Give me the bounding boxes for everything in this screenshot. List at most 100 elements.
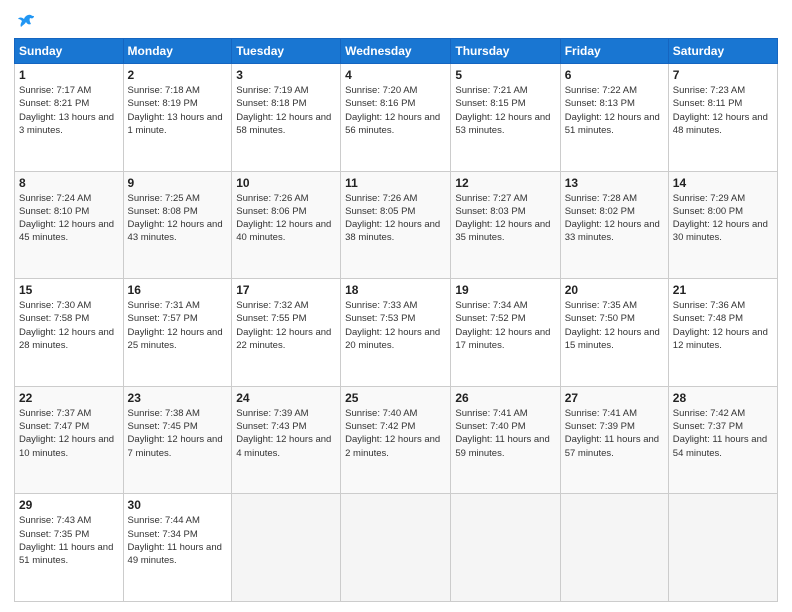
table-row: 10 Sunrise: 7:26 AMSunset: 8:06 PMDaylig… xyxy=(232,171,341,279)
day-header-sunday: Sunday xyxy=(15,39,124,64)
day-number: 10 xyxy=(236,176,336,190)
day-number: 9 xyxy=(128,176,228,190)
day-info: Sunrise: 7:30 AMSunset: 7:58 PMDaylight:… xyxy=(19,300,114,351)
day-info: Sunrise: 7:17 AMSunset: 8:21 PMDaylight:… xyxy=(19,85,114,136)
day-info: Sunrise: 7:38 AMSunset: 7:45 PMDaylight:… xyxy=(128,408,223,459)
day-info: Sunrise: 7:20 AMSunset: 8:16 PMDaylight:… xyxy=(345,85,440,136)
day-info: Sunrise: 7:39 AMSunset: 7:43 PMDaylight:… xyxy=(236,408,331,459)
day-info: Sunrise: 7:41 AMSunset: 7:40 PMDaylight:… xyxy=(455,408,549,459)
day-header-thursday: Thursday xyxy=(451,39,560,64)
day-number: 3 xyxy=(236,68,336,82)
day-info: Sunrise: 7:36 AMSunset: 7:48 PMDaylight:… xyxy=(673,300,768,351)
day-number: 22 xyxy=(19,391,119,405)
table-row xyxy=(341,494,451,602)
day-number: 8 xyxy=(19,176,119,190)
day-info: Sunrise: 7:41 AMSunset: 7:39 PMDaylight:… xyxy=(565,408,659,459)
table-row: 16 Sunrise: 7:31 AMSunset: 7:57 PMDaylig… xyxy=(123,279,232,387)
calendar-table: SundayMondayTuesdayWednesdayThursdayFrid… xyxy=(14,38,778,602)
table-row xyxy=(560,494,668,602)
day-header-monday: Monday xyxy=(123,39,232,64)
day-number: 28 xyxy=(673,391,773,405)
logo xyxy=(14,12,36,32)
day-number: 19 xyxy=(455,283,555,297)
day-number: 6 xyxy=(565,68,664,82)
table-row: 23 Sunrise: 7:38 AMSunset: 7:45 PMDaylig… xyxy=(123,386,232,494)
table-row: 5 Sunrise: 7:21 AMSunset: 8:15 PMDayligh… xyxy=(451,64,560,172)
day-info: Sunrise: 7:34 AMSunset: 7:52 PMDaylight:… xyxy=(455,300,550,351)
day-header-tuesday: Tuesday xyxy=(232,39,341,64)
day-info: Sunrise: 7:29 AMSunset: 8:00 PMDaylight:… xyxy=(673,193,768,244)
day-number: 1 xyxy=(19,68,119,82)
table-row xyxy=(668,494,777,602)
table-row: 13 Sunrise: 7:28 AMSunset: 8:02 PMDaylig… xyxy=(560,171,668,279)
logo-bird-icon xyxy=(16,12,36,32)
day-info: Sunrise: 7:33 AMSunset: 7:53 PMDaylight:… xyxy=(345,300,440,351)
day-number: 11 xyxy=(345,176,446,190)
day-info: Sunrise: 7:25 AMSunset: 8:08 PMDaylight:… xyxy=(128,193,223,244)
table-row: 21 Sunrise: 7:36 AMSunset: 7:48 PMDaylig… xyxy=(668,279,777,387)
table-row: 1 Sunrise: 7:17 AMSunset: 8:21 PMDayligh… xyxy=(15,64,124,172)
day-info: Sunrise: 7:44 AMSunset: 7:34 PMDaylight:… xyxy=(128,515,222,566)
table-row: 28 Sunrise: 7:42 AMSunset: 7:37 PMDaylig… xyxy=(668,386,777,494)
day-number: 30 xyxy=(128,498,228,512)
day-info: Sunrise: 7:37 AMSunset: 7:47 PMDaylight:… xyxy=(19,408,114,459)
table-row: 20 Sunrise: 7:35 AMSunset: 7:50 PMDaylig… xyxy=(560,279,668,387)
table-row: 12 Sunrise: 7:27 AMSunset: 8:03 PMDaylig… xyxy=(451,171,560,279)
day-number: 5 xyxy=(455,68,555,82)
day-number: 18 xyxy=(345,283,446,297)
day-info: Sunrise: 7:26 AMSunset: 8:05 PMDaylight:… xyxy=(345,193,440,244)
day-header-friday: Friday xyxy=(560,39,668,64)
table-row: 18 Sunrise: 7:33 AMSunset: 7:53 PMDaylig… xyxy=(341,279,451,387)
table-row: 30 Sunrise: 7:44 AMSunset: 7:34 PMDaylig… xyxy=(123,494,232,602)
table-row: 24 Sunrise: 7:39 AMSunset: 7:43 PMDaylig… xyxy=(232,386,341,494)
day-number: 12 xyxy=(455,176,555,190)
day-number: 27 xyxy=(565,391,664,405)
day-header-saturday: Saturday xyxy=(668,39,777,64)
day-info: Sunrise: 7:24 AMSunset: 8:10 PMDaylight:… xyxy=(19,193,114,244)
table-row: 14 Sunrise: 7:29 AMSunset: 8:00 PMDaylig… xyxy=(668,171,777,279)
day-number: 26 xyxy=(455,391,555,405)
day-number: 14 xyxy=(673,176,773,190)
day-number: 20 xyxy=(565,283,664,297)
table-row: 4 Sunrise: 7:20 AMSunset: 8:16 PMDayligh… xyxy=(341,64,451,172)
table-row: 9 Sunrise: 7:25 AMSunset: 8:08 PMDayligh… xyxy=(123,171,232,279)
day-number: 7 xyxy=(673,68,773,82)
day-info: Sunrise: 7:23 AMSunset: 8:11 PMDaylight:… xyxy=(673,85,768,136)
table-row: 19 Sunrise: 7:34 AMSunset: 7:52 PMDaylig… xyxy=(451,279,560,387)
day-info: Sunrise: 7:31 AMSunset: 7:57 PMDaylight:… xyxy=(128,300,223,351)
day-info: Sunrise: 7:27 AMSunset: 8:03 PMDaylight:… xyxy=(455,193,550,244)
table-row: 3 Sunrise: 7:19 AMSunset: 8:18 PMDayligh… xyxy=(232,64,341,172)
table-row: 27 Sunrise: 7:41 AMSunset: 7:39 PMDaylig… xyxy=(560,386,668,494)
table-row xyxy=(451,494,560,602)
table-row: 2 Sunrise: 7:18 AMSunset: 8:19 PMDayligh… xyxy=(123,64,232,172)
table-row: 17 Sunrise: 7:32 AMSunset: 7:55 PMDaylig… xyxy=(232,279,341,387)
day-number: 2 xyxy=(128,68,228,82)
day-info: Sunrise: 7:26 AMSunset: 8:06 PMDaylight:… xyxy=(236,193,331,244)
day-number: 4 xyxy=(345,68,446,82)
day-number: 21 xyxy=(673,283,773,297)
day-number: 13 xyxy=(565,176,664,190)
day-number: 23 xyxy=(128,391,228,405)
day-info: Sunrise: 7:32 AMSunset: 7:55 PMDaylight:… xyxy=(236,300,331,351)
day-number: 29 xyxy=(19,498,119,512)
table-row: 7 Sunrise: 7:23 AMSunset: 8:11 PMDayligh… xyxy=(668,64,777,172)
day-info: Sunrise: 7:21 AMSunset: 8:15 PMDaylight:… xyxy=(455,85,550,136)
page: SundayMondayTuesdayWednesdayThursdayFrid… xyxy=(0,0,792,612)
day-info: Sunrise: 7:18 AMSunset: 8:19 PMDaylight:… xyxy=(128,85,223,136)
table-row: 26 Sunrise: 7:41 AMSunset: 7:40 PMDaylig… xyxy=(451,386,560,494)
day-info: Sunrise: 7:43 AMSunset: 7:35 PMDaylight:… xyxy=(19,515,113,566)
day-info: Sunrise: 7:22 AMSunset: 8:13 PMDaylight:… xyxy=(565,85,660,136)
day-info: Sunrise: 7:35 AMSunset: 7:50 PMDaylight:… xyxy=(565,300,660,351)
table-row: 25 Sunrise: 7:40 AMSunset: 7:42 PMDaylig… xyxy=(341,386,451,494)
table-row: 15 Sunrise: 7:30 AMSunset: 7:58 PMDaylig… xyxy=(15,279,124,387)
day-number: 16 xyxy=(128,283,228,297)
day-info: Sunrise: 7:28 AMSunset: 8:02 PMDaylight:… xyxy=(565,193,660,244)
day-header-wednesday: Wednesday xyxy=(341,39,451,64)
table-row: 11 Sunrise: 7:26 AMSunset: 8:05 PMDaylig… xyxy=(341,171,451,279)
day-info: Sunrise: 7:42 AMSunset: 7:37 PMDaylight:… xyxy=(673,408,767,459)
table-row: 29 Sunrise: 7:43 AMSunset: 7:35 PMDaylig… xyxy=(15,494,124,602)
table-row xyxy=(232,494,341,602)
day-info: Sunrise: 7:40 AMSunset: 7:42 PMDaylight:… xyxy=(345,408,440,459)
table-row: 6 Sunrise: 7:22 AMSunset: 8:13 PMDayligh… xyxy=(560,64,668,172)
day-info: Sunrise: 7:19 AMSunset: 8:18 PMDaylight:… xyxy=(236,85,331,136)
